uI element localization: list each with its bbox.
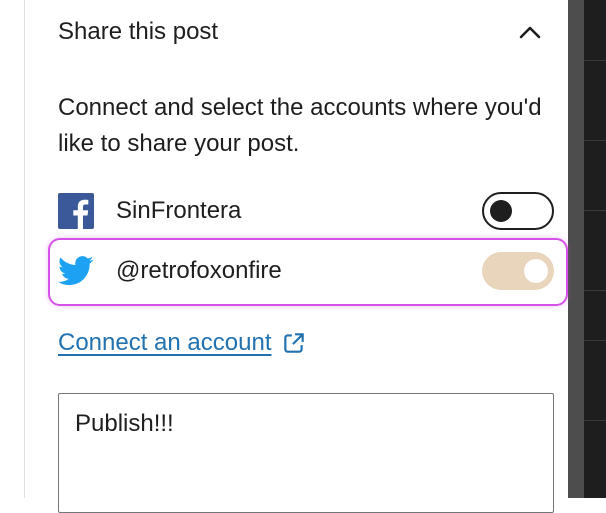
account-name: SinFrontera (116, 197, 242, 224)
toggle-knob (490, 200, 512, 222)
toggle-knob (524, 259, 548, 283)
share-message-input[interactable]: Publish!!! (58, 393, 554, 513)
connect-account-label: Connect an account (58, 329, 272, 356)
chevron-up-icon (519, 26, 541, 39)
connect-account-link[interactable]: Connect an account (58, 326, 307, 360)
share-description: Connect and select the accounts where yo… (58, 94, 542, 157)
account-row-facebook: SinFrontera (58, 191, 554, 231)
panel-title: Share this post (58, 18, 219, 45)
external-link-icon (281, 330, 307, 356)
twitter-icon (58, 253, 94, 289)
account-toggle-twitter[interactable] (482, 252, 554, 290)
collapse-panel-button[interactable] (512, 14, 548, 50)
account-name: @retrofoxonfire (116, 257, 282, 284)
facebook-icon (58, 193, 94, 229)
account-row-twitter: @retrofoxonfire (58, 251, 554, 291)
panel-scrollbar-track[interactable] (568, 0, 584, 498)
panel-left-border (24, 0, 25, 498)
account-toggle-facebook[interactable] (482, 192, 554, 230)
editor-dark-edge (584, 0, 606, 498)
